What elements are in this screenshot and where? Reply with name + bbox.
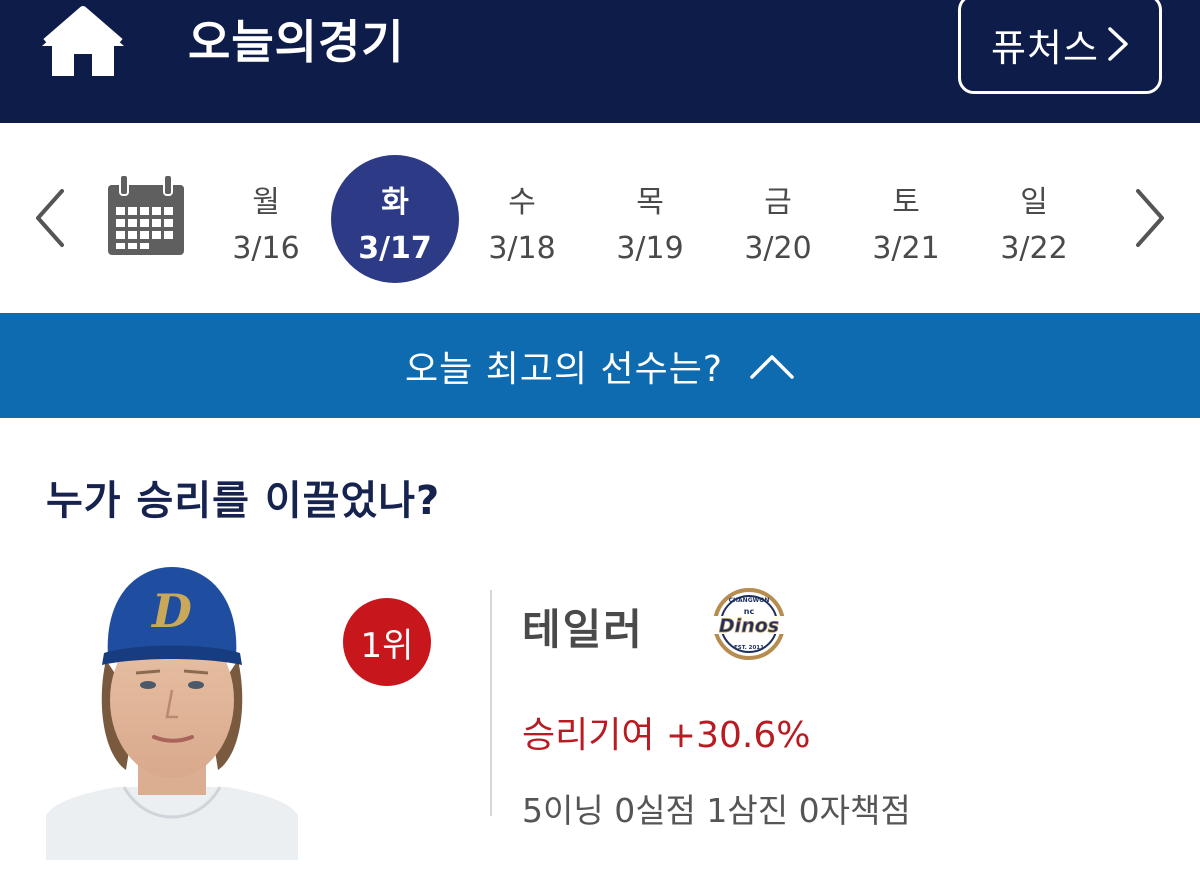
day-name: 화: [381, 185, 409, 220]
calendar-icon: [108, 174, 184, 255]
win-contribution: 승리기여 +30.6%: [522, 715, 811, 756]
day-date: 3/17: [358, 231, 432, 266]
day-name: 금: [764, 185, 792, 220]
day-sun[interactable]: 일 3/22: [970, 155, 1098, 283]
best-player-toggle-label: 오늘 최고의 선수는?: [405, 348, 723, 390]
futures-button[interactable]: 퓨처스: [958, 0, 1162, 94]
player-name: 테일러: [522, 605, 644, 654]
day-name: 목: [636, 185, 664, 220]
best-player-toggle[interactable]: 오늘 최고의 선수는?: [0, 313, 1200, 418]
futures-button-label: 퓨처스: [991, 25, 1099, 70]
day-date: 3/22: [1000, 231, 1068, 266]
day-name: 토: [892, 185, 920, 220]
day-tue-selected[interactable]: 화 3/17: [331, 155, 459, 283]
chevron-right-icon: [1136, 189, 1164, 247]
day-sat[interactable]: 토 3/21: [842, 155, 970, 283]
app-header: 오늘의경기 퓨처스: [0, 0, 1200, 123]
day-wed[interactable]: 수 3/18: [458, 155, 586, 283]
day-date: 3/16: [232, 231, 300, 266]
team-logo: CHANGWON nc Dinos EST. 2011: [696, 586, 802, 662]
home-icon: [42, 6, 124, 76]
page-title: 오늘의경기: [188, 15, 405, 69]
date-selector: 월 3/16 화 3/17 수 3/18 목 3/19 금 3/20 토 3/2…: [0, 123, 1200, 313]
day-date: 3/19: [616, 231, 684, 266]
chevron-right-icon: [1108, 27, 1128, 61]
day-date: 3/21: [872, 231, 940, 266]
chevron-left-icon: [36, 189, 64, 247]
day-name: 수: [508, 185, 536, 220]
team-logo-bottom-text: EST. 2011: [734, 645, 764, 651]
rank-badge: 1위: [343, 598, 431, 686]
day-name: 월: [252, 185, 280, 220]
divider: [490, 590, 492, 816]
section-title: 누가 승리를 이끌었나?: [46, 478, 441, 524]
day-mon[interactable]: 월 3/16: [202, 155, 330, 283]
svg-text:D: D: [150, 584, 192, 638]
chevron-up-icon: [750, 354, 794, 379]
day-thu[interactable]: 목 3/19: [586, 155, 714, 283]
day-date: 3/18: [488, 231, 556, 266]
next-week-button[interactable]: [1128, 183, 1172, 253]
home-button[interactable]: [38, 2, 128, 78]
previous-week-button[interactable]: [28, 183, 72, 253]
team-logo-main-text: Dinos: [719, 615, 779, 637]
day-fri[interactable]: 금 3/20: [714, 155, 842, 283]
player-photo: D D: [46, 565, 298, 860]
team-logo-top-text: CHANGWON: [729, 597, 770, 604]
day-date: 3/20: [744, 231, 812, 266]
game-stats: 5이닝 0실점 1삼진 0자책점: [522, 791, 911, 830]
calendar-button[interactable]: [104, 174, 188, 259]
day-name: 일: [1020, 185, 1048, 220]
